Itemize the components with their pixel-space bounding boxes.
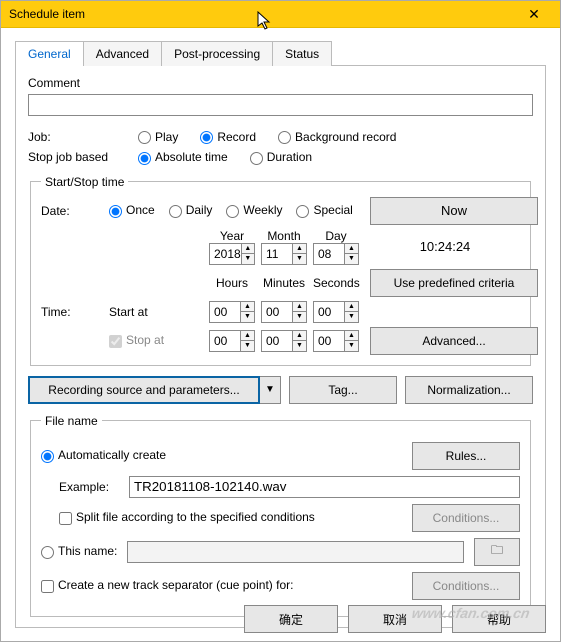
startstop-group: Start/Stop time Date: Once Daily Weekly … bbox=[30, 175, 531, 366]
now-button[interactable]: Now bbox=[370, 197, 538, 225]
tab-strip: General Advanced Post-processing Status bbox=[15, 40, 546, 65]
tab-panel-general: Comment Job: Play Record Background reco… bbox=[15, 65, 546, 628]
hours-label: Hours bbox=[209, 276, 255, 290]
freq-once-radio[interactable]: Once bbox=[109, 203, 155, 217]
comment-input[interactable] bbox=[28, 94, 533, 116]
folder-icon: 🗀 bbox=[491, 541, 503, 562]
job-play-radio[interactable]: Play bbox=[138, 130, 178, 144]
minutes-label: Minutes bbox=[261, 276, 307, 290]
comment-label: Comment bbox=[28, 76, 533, 90]
window-title: Schedule item bbox=[9, 7, 85, 21]
advanced-button[interactable]: Advanced... bbox=[370, 327, 538, 355]
this-name-input bbox=[127, 541, 464, 563]
freq-weekly-radio[interactable]: Weekly bbox=[226, 203, 282, 217]
time-label: Time: bbox=[41, 305, 101, 319]
stopat-checkbox[interactable]: Stop at bbox=[109, 333, 209, 347]
rules-button[interactable]: Rules... bbox=[412, 442, 520, 470]
dialog-footer: 确定 取消 帮助 bbox=[244, 605, 546, 633]
example-label: Example: bbox=[59, 480, 119, 494]
tab-general[interactable]: General bbox=[15, 41, 84, 66]
stop-seconds-spinner[interactable]: 00▲▼ bbox=[313, 330, 359, 352]
tag-button[interactable]: Tag... bbox=[289, 376, 397, 404]
startat-label: Start at bbox=[109, 305, 209, 319]
year-spinner[interactable]: 2018▲▼ bbox=[209, 243, 255, 265]
close-icon[interactable]: ✕ bbox=[514, 6, 554, 23]
month-label: Month bbox=[261, 229, 307, 243]
browse-button[interactable]: 🗀 bbox=[474, 538, 520, 566]
startstop-legend: Start/Stop time bbox=[41, 175, 128, 189]
cancel-button[interactable]: 取消 bbox=[348, 605, 442, 633]
ok-button[interactable]: 确定 bbox=[244, 605, 338, 633]
filename-group: File name Automatically create Rules... … bbox=[30, 414, 531, 617]
clock-readout: 10:24:24 bbox=[370, 239, 520, 254]
start-hours-spinner[interactable]: 00▲▼ bbox=[209, 301, 255, 323]
tab-status[interactable]: Status bbox=[272, 41, 332, 66]
example-input[interactable] bbox=[129, 476, 520, 498]
month-spinner[interactable]: 11▲▼ bbox=[261, 243, 307, 265]
stop-minutes-spinner[interactable]: 00▲▼ bbox=[261, 330, 307, 352]
tab-advanced[interactable]: Advanced bbox=[83, 41, 162, 66]
job-background-radio[interactable]: Background record bbox=[278, 130, 396, 144]
dialog-window: Schedule item ✕ General Advanced Post-pr… bbox=[0, 0, 561, 642]
day-label: Day bbox=[313, 229, 359, 243]
stop-label: Stop job based bbox=[28, 150, 128, 164]
freq-special-radio[interactable]: Special bbox=[296, 203, 352, 217]
filename-legend: File name bbox=[41, 414, 102, 428]
cue-point-checkbox[interactable]: Create a new track separator (cue point)… bbox=[41, 578, 293, 592]
year-label: Year bbox=[209, 229, 255, 243]
job-record-radio[interactable]: Record bbox=[200, 130, 256, 144]
start-seconds-spinner[interactable]: 00▲▼ bbox=[313, 301, 359, 323]
stop-absolute-radio[interactable]: Absolute time bbox=[138, 150, 228, 164]
job-label: Job: bbox=[28, 130, 128, 144]
split-file-checkbox[interactable]: Split file according to the specified co… bbox=[59, 510, 315, 524]
this-name-radio[interactable]: This name: bbox=[41, 544, 117, 558]
help-button[interactable]: 帮助 bbox=[452, 605, 546, 633]
conditions-button-2: Conditions... bbox=[412, 572, 520, 600]
normalization-button[interactable]: Normalization... bbox=[405, 376, 533, 404]
day-spinner[interactable]: 08▲▼ bbox=[313, 243, 359, 265]
tab-post-processing[interactable]: Post-processing bbox=[161, 41, 273, 66]
conditions-button-1: Conditions... bbox=[412, 504, 520, 532]
stop-hours-spinner[interactable]: 00▲▼ bbox=[209, 330, 255, 352]
title-bar: Schedule item ✕ bbox=[1, 1, 560, 28]
recording-source-dropdown-icon[interactable]: ▼ bbox=[260, 376, 281, 404]
start-minutes-spinner[interactable]: 00▲▼ bbox=[261, 301, 307, 323]
auto-create-radio[interactable]: Automatically create bbox=[41, 448, 166, 462]
recording-source-button[interactable]: Recording source and parameters... bbox=[28, 376, 260, 404]
stop-duration-radio[interactable]: Duration bbox=[250, 150, 312, 164]
seconds-label: Seconds bbox=[313, 276, 359, 290]
date-label: Date: bbox=[41, 204, 101, 218]
predefined-button[interactable]: Use predefined criteria bbox=[370, 269, 538, 297]
freq-daily-radio[interactable]: Daily bbox=[169, 203, 213, 217]
